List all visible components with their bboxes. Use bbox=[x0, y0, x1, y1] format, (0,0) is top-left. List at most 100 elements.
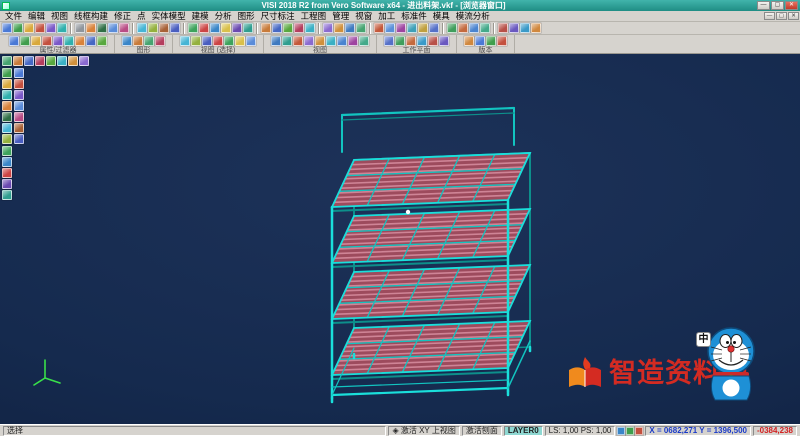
toolbar-group-icon[interactable] bbox=[417, 36, 427, 46]
toolbar-group-icon[interactable] bbox=[406, 36, 416, 46]
toolbar-group-icon[interactable] bbox=[486, 36, 496, 46]
toolbar-icon[interactable] bbox=[35, 23, 45, 33]
toolbar-group-icon[interactable] bbox=[271, 36, 281, 46]
toolbar-icon[interactable] bbox=[86, 23, 96, 33]
toolbar-group-icon[interactable] bbox=[475, 36, 485, 46]
toolbar-group-icon[interactable] bbox=[315, 36, 325, 46]
left-tool-icon[interactable] bbox=[2, 190, 12, 200]
toolbar-icon[interactable] bbox=[520, 23, 530, 33]
left-tool-icon[interactable] bbox=[2, 68, 12, 78]
left-tool-icon[interactable] bbox=[14, 79, 24, 89]
toolbar-icon[interactable] bbox=[243, 23, 253, 33]
left-tool-icon[interactable] bbox=[14, 134, 24, 144]
toolbar-icon[interactable] bbox=[283, 23, 293, 33]
menu-item[interactable]: 视窗 bbox=[352, 10, 375, 22]
toolbar-icon[interactable] bbox=[75, 23, 85, 33]
left-tool-icon[interactable] bbox=[2, 168, 12, 178]
viewport-tool-icon[interactable] bbox=[68, 56, 78, 66]
toolbar-group-icon[interactable] bbox=[64, 36, 74, 46]
menu-item[interactable]: 文件 bbox=[2, 10, 25, 22]
toolbar-group-icon[interactable] bbox=[75, 36, 85, 46]
toolbar-group-icon[interactable] bbox=[235, 36, 245, 46]
toolbar-group-icon[interactable] bbox=[428, 36, 438, 46]
toolbar-icon[interactable] bbox=[232, 23, 242, 33]
left-tool-icon[interactable] bbox=[2, 134, 12, 144]
left-tool-icon[interactable] bbox=[2, 146, 12, 156]
toolbar-group-icon[interactable] bbox=[122, 36, 132, 46]
toolbar-icon[interactable] bbox=[170, 23, 180, 33]
menu-item[interactable]: 视图 bbox=[48, 10, 71, 22]
menu-item[interactable]: 点 bbox=[134, 10, 149, 22]
status-layer[interactable]: LAYER0 bbox=[504, 426, 543, 436]
toolbar-icon[interactable] bbox=[323, 23, 333, 33]
status-icon[interactable] bbox=[635, 427, 643, 435]
toolbar-icon[interactable] bbox=[396, 23, 406, 33]
toolbar-icon[interactable] bbox=[272, 23, 282, 33]
toolbar-icon[interactable] bbox=[294, 23, 304, 33]
menu-item[interactable]: 模流分析 bbox=[453, 10, 493, 22]
toolbar-group-icon[interactable] bbox=[31, 36, 41, 46]
toolbar-group-icon[interactable] bbox=[224, 36, 234, 46]
menu-item[interactable]: 编辑 bbox=[25, 10, 48, 22]
menu-item[interactable]: 标准件 bbox=[398, 10, 430, 22]
toolbar-group-icon[interactable] bbox=[359, 36, 369, 46]
toolbar-group-icon[interactable] bbox=[144, 36, 154, 46]
toolbar-group-icon[interactable] bbox=[53, 36, 63, 46]
status-active-section[interactable]: 激活刨面 bbox=[462, 426, 502, 436]
minimize-button[interactable]: — bbox=[757, 1, 770, 10]
viewport-tool-icon[interactable] bbox=[13, 56, 23, 66]
toolbar-group-icon[interactable] bbox=[497, 36, 507, 46]
toolbar-group-icon[interactable] bbox=[337, 36, 347, 46]
toolbar-icon[interactable] bbox=[159, 23, 169, 33]
toolbar-icon[interactable] bbox=[188, 23, 198, 33]
toolbar-icon[interactable] bbox=[458, 23, 468, 33]
menu-item[interactable]: 工程图 bbox=[298, 10, 330, 22]
viewport-3d[interactable]: 智造资料网 中 bbox=[0, 54, 800, 424]
left-tool-icon[interactable] bbox=[2, 157, 12, 167]
toolbar-icon[interactable] bbox=[24, 23, 34, 33]
toolbar-group-icon[interactable] bbox=[20, 36, 30, 46]
toolbar-group-icon[interactable] bbox=[133, 36, 143, 46]
toolbar-icon[interactable] bbox=[199, 23, 209, 33]
toolbar-icon[interactable] bbox=[480, 23, 490, 33]
toolbar-icon[interactable] bbox=[261, 23, 271, 33]
toolbar-group-icon[interactable] bbox=[464, 36, 474, 46]
menu-item[interactable]: 修正 bbox=[111, 10, 134, 22]
menu-item[interactable]: 图形 bbox=[235, 10, 258, 22]
toolbar-group-icon[interactable] bbox=[97, 36, 107, 46]
toolbar-icon[interactable] bbox=[148, 23, 158, 33]
toolbar-icon[interactable] bbox=[509, 23, 519, 33]
menu-item[interactable]: 线框构建 bbox=[71, 10, 111, 22]
toolbar-icon[interactable] bbox=[13, 23, 23, 33]
toolbar-icon[interactable] bbox=[108, 23, 118, 33]
left-tool-icon[interactable] bbox=[14, 123, 24, 133]
toolbar-icon[interactable] bbox=[46, 23, 56, 33]
toolbar-group-icon[interactable] bbox=[86, 36, 96, 46]
toolbar-icon[interactable] bbox=[418, 23, 428, 33]
mdi-maximize-button[interactable]: ▢ bbox=[776, 12, 787, 20]
status-icon[interactable] bbox=[626, 427, 634, 435]
toolbar-icon[interactable] bbox=[498, 23, 508, 33]
toolbar-group-icon[interactable] bbox=[326, 36, 336, 46]
left-tool-icon[interactable] bbox=[14, 112, 24, 122]
toolbar-icon[interactable] bbox=[469, 23, 479, 33]
left-tool-icon[interactable] bbox=[2, 179, 12, 189]
toolbar-group-icon[interactable] bbox=[348, 36, 358, 46]
toolbar-group-icon[interactable] bbox=[202, 36, 212, 46]
toolbar-icon[interactable] bbox=[221, 23, 231, 33]
toolbar-icon[interactable] bbox=[97, 23, 107, 33]
toolbar-group-icon[interactable] bbox=[384, 36, 394, 46]
toolbar-icon[interactable] bbox=[374, 23, 384, 33]
left-tool-icon[interactable] bbox=[2, 79, 12, 89]
toolbar-group-icon[interactable] bbox=[395, 36, 405, 46]
left-tool-icon[interactable] bbox=[2, 101, 12, 111]
status-icon[interactable] bbox=[617, 427, 625, 435]
menu-item[interactable]: 分析 bbox=[212, 10, 235, 22]
viewport-tool-icon[interactable] bbox=[24, 56, 34, 66]
toolbar-icon[interactable] bbox=[429, 23, 439, 33]
left-tool-icon[interactable] bbox=[2, 112, 12, 122]
toolbar-group-icon[interactable] bbox=[191, 36, 201, 46]
toolbar-icon[interactable] bbox=[305, 23, 315, 33]
menu-item[interactable]: 实体模型 bbox=[149, 10, 189, 22]
viewport-tool-icon[interactable] bbox=[57, 56, 67, 66]
